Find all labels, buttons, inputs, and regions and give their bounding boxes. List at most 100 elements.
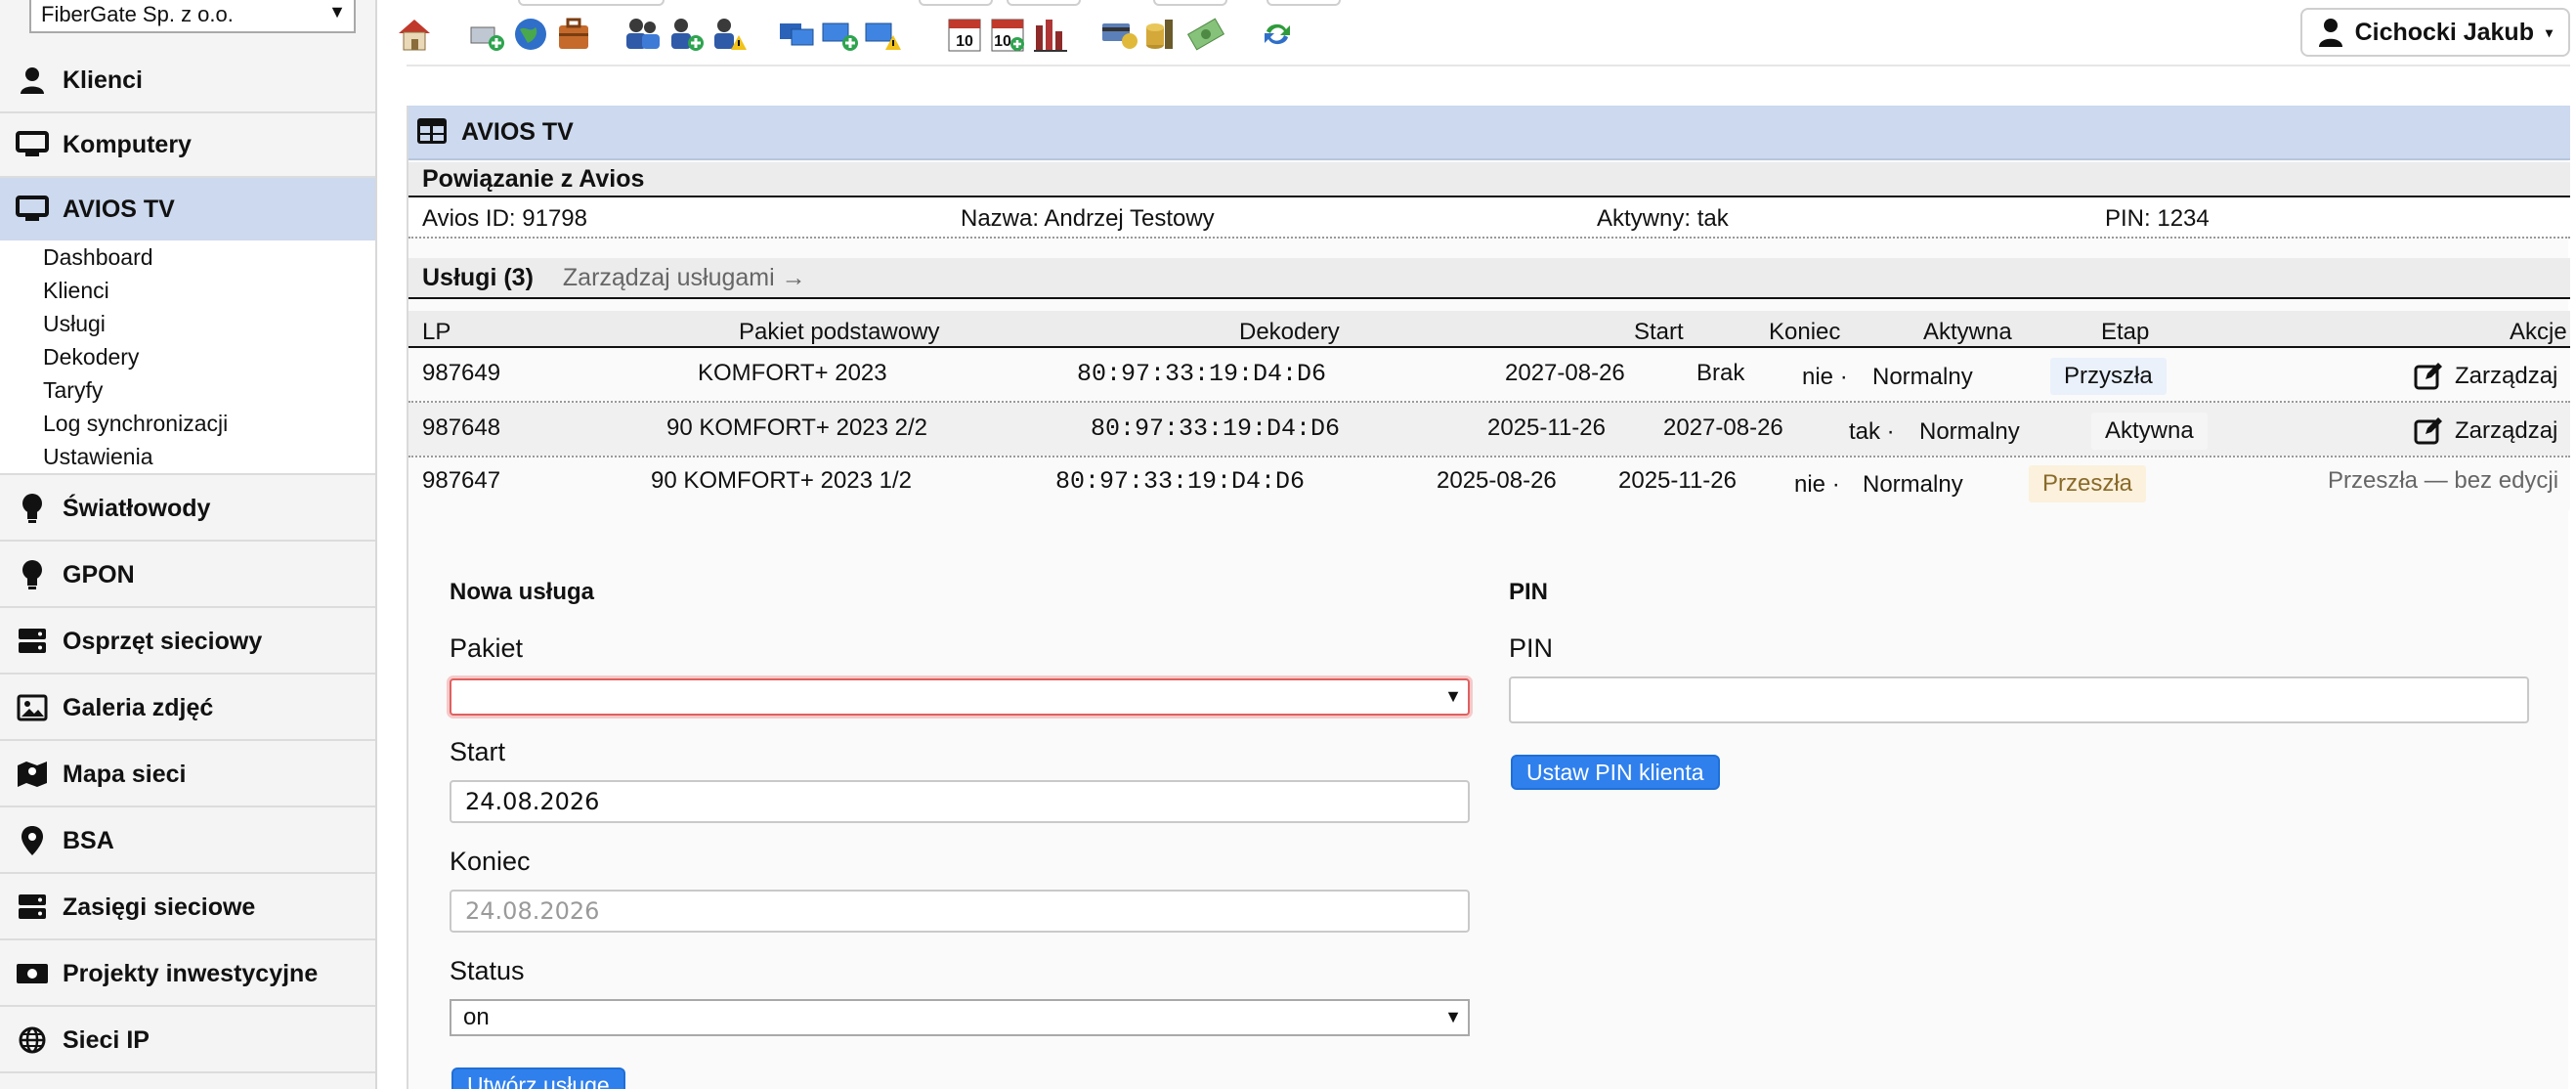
toolbar-tab[interactable]: [1267, 0, 1341, 6]
bar-chart-icon[interactable]: [1032, 16, 1069, 53]
add-network-icon[interactable]: [821, 16, 858, 53]
user-warning-icon[interactable]: [709, 16, 747, 53]
row-aktywna: tak ·: [1849, 418, 1895, 445]
col-header-pakiet: Pakiet podstawowy: [739, 319, 940, 345]
network-icon[interactable]: [778, 16, 815, 53]
stage-badge: Przeszła: [2029, 465, 2147, 502]
calendar-icon[interactable]: 10: [946, 16, 983, 53]
user-icon: [2318, 18, 2343, 47]
svg-text:10: 10: [956, 33, 973, 50]
svg-text:10: 10: [994, 33, 1011, 50]
nav-item-label: Światłowody: [63, 494, 211, 522]
nav-item-swiatlowody[interactable]: Światłowody: [0, 477, 375, 542]
manage-services-link[interactable]: Zarządzaj usługami →: [563, 264, 806, 292]
nav-item-label: Klienci: [63, 65, 143, 94]
nav-item-osprzet[interactable]: Osprzęt sieciowy: [0, 610, 375, 675]
submenu-item-taryfy[interactable]: Taryfy: [43, 377, 103, 404]
nav-item-galeria[interactable]: Galeria zdjęć: [0, 676, 375, 741]
users-icon[interactable]: [623, 16, 661, 53]
col-header-etap: Etap: [2101, 319, 2150, 345]
edit-icon: [2414, 416, 2443, 446]
nav-item-label: BSA: [63, 826, 114, 854]
chevron-down-icon: ▼: [1444, 686, 1462, 706]
nav-item-komputery[interactable]: Komputery: [0, 113, 375, 178]
submenu-item-klienci[interactable]: Klienci: [43, 278, 109, 304]
toolbar-tab[interactable]: [919, 0, 993, 6]
nav-item-label: GPON: [63, 560, 135, 588]
status-select[interactable]: on ▼: [450, 999, 1470, 1036]
row-koniec: 2025-11-26: [1618, 467, 1737, 494]
monitor-icon: [16, 130, 49, 159]
start-date-input[interactable]: 24.08.2026: [450, 780, 1470, 823]
stage-badge: Przyszła: [2050, 358, 2167, 395]
toolbar-tab[interactable]: [1007, 0, 1081, 6]
row-pakiet: 90 KOMFORT+ 2023 2/2: [666, 414, 928, 441]
col-header-lp: LP: [422, 319, 451, 345]
nav-item-projekty[interactable]: Projekty inwestycyjne: [0, 942, 375, 1007]
toolbar-tab[interactable]: [518, 0, 665, 6]
chevron-down-icon: ▾: [2545, 23, 2553, 40]
link-section-header: Powiązanie z Avios: [408, 162, 2570, 196]
map-icon: [16, 760, 49, 789]
image-icon: [16, 693, 49, 722]
nav-item-sieci-ip[interactable]: Sieci IP: [0, 1009, 375, 1073]
avios-panel: AVIOS TV Powiązanie z Avios Avios ID: 91…: [407, 106, 2570, 1089]
add-computer-icon[interactable]: [469, 16, 506, 53]
manage-button[interactable]: Zarządzaj: [2414, 362, 2557, 391]
submenu-item-uslugi[interactable]: Usługi: [43, 311, 106, 337]
coins-icon[interactable]: [1143, 16, 1181, 53]
nav-item-gpon[interactable]: GPON: [0, 544, 375, 608]
server-icon: [16, 893, 49, 922]
nav-item-avios-tv[interactable]: AVIOS TV: [0, 178, 375, 242]
nav-item-label: Galeria zdjęć: [63, 693, 214, 721]
home-icon[interactable]: [395, 16, 432, 53]
money-icon: [16, 959, 49, 988]
edit-icon: [2414, 362, 2443, 391]
status-select-value: on: [463, 1004, 490, 1030]
nav-item-klienci[interactable]: Klienci: [0, 49, 375, 113]
col-header-start: Start: [1634, 319, 1684, 345]
row-aktywna: nie ·: [1802, 364, 1848, 390]
lightbulb-icon: [16, 494, 49, 523]
row-aktywna: nie ·: [1794, 471, 1840, 498]
payments-icon[interactable]: [1100, 16, 1138, 53]
globe-network-icon[interactable]: [512, 16, 549, 53]
client-pin: PIN: 1234: [2105, 205, 2210, 232]
submenu-item-log[interactable]: Log synchronizacji: [43, 411, 228, 437]
chevron-down-icon: ▼: [1444, 1007, 1462, 1026]
submenu-item-dekodery[interactable]: Dekodery: [43, 344, 139, 370]
nav-item-label: Sieci IP: [63, 1025, 150, 1054]
nav-item-bsa[interactable]: BSA: [0, 809, 375, 874]
end-date-input[interactable]: 24.08.2026: [450, 890, 1470, 933]
submenu-item-ustawienia[interactable]: Ustawienia: [43, 444, 153, 470]
network-warning-icon[interactable]: [864, 16, 901, 53]
briefcase-icon[interactable]: [555, 16, 592, 53]
set-pin-button[interactable]: Ustaw PIN klienta: [1511, 755, 1720, 790]
row-koniec: 2027-08-26: [1663, 414, 1783, 441]
avios-submenu: Dashboard Klienci Usługi Dekodery Taryfy…: [0, 240, 375, 475]
row-dekoder: 80:97:33:19:D4:D6: [1055, 467, 1306, 496]
row-start: 2025-11-26: [1487, 414, 1606, 441]
add-user-icon[interactable]: [666, 16, 704, 53]
nav-item-zasiegi[interactable]: Zasięgi sieciowe: [0, 876, 375, 940]
manage-label: Zarządzaj: [2455, 417, 2558, 444]
create-service-button[interactable]: Utwórz usługę: [451, 1067, 625, 1089]
map-pin-icon: [16, 826, 49, 855]
col-header-akcje: Akcje: [2510, 319, 2567, 345]
company-select[interactable]: FiberGate Sp. z o.o. ▼: [29, 0, 356, 33]
koniec-label: Koniec: [450, 847, 531, 876]
pakiet-select[interactable]: ▼: [450, 678, 1470, 716]
toolbar-tab[interactable]: [1153, 0, 1227, 6]
sync-icon[interactable]: [1259, 16, 1296, 53]
pin-input[interactable]: [1509, 676, 2529, 723]
user-menu[interactable]: Cichocki Jakub ▾: [2299, 8, 2570, 57]
col-header-dekodery: Dekodery: [1239, 319, 1340, 345]
submenu-item-dashboard[interactable]: Dashboard: [43, 244, 153, 271]
manage-button[interactable]: Zarządzaj: [2414, 416, 2557, 446]
cash-icon[interactable]: [1186, 16, 1225, 53]
row-status: Normalny: [1863, 471, 1963, 498]
nav-item-label: Komputery: [63, 130, 192, 158]
start-label: Start: [450, 737, 506, 766]
add-calendar-icon[interactable]: 10: [989, 16, 1026, 53]
nav-item-mapa[interactable]: Mapa sieci: [0, 743, 375, 807]
